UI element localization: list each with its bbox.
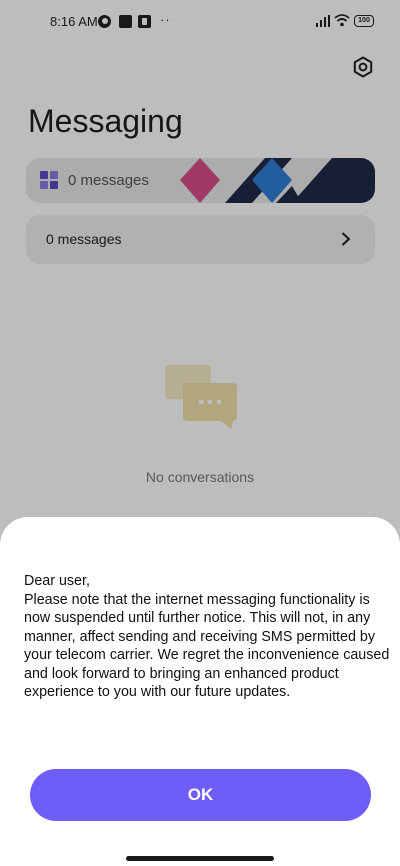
ok-button[interactable]: OK xyxy=(30,769,371,821)
notice-dialog: Dear user, Please note that the internet… xyxy=(0,517,400,866)
home-indicator[interactable] xyxy=(126,856,274,861)
dialog-greeting: Dear user, xyxy=(24,573,90,589)
dialog-message: Dear user, Please note that the internet… xyxy=(24,572,394,702)
dialog-text: Please note that the internet messaging … xyxy=(24,591,390,701)
